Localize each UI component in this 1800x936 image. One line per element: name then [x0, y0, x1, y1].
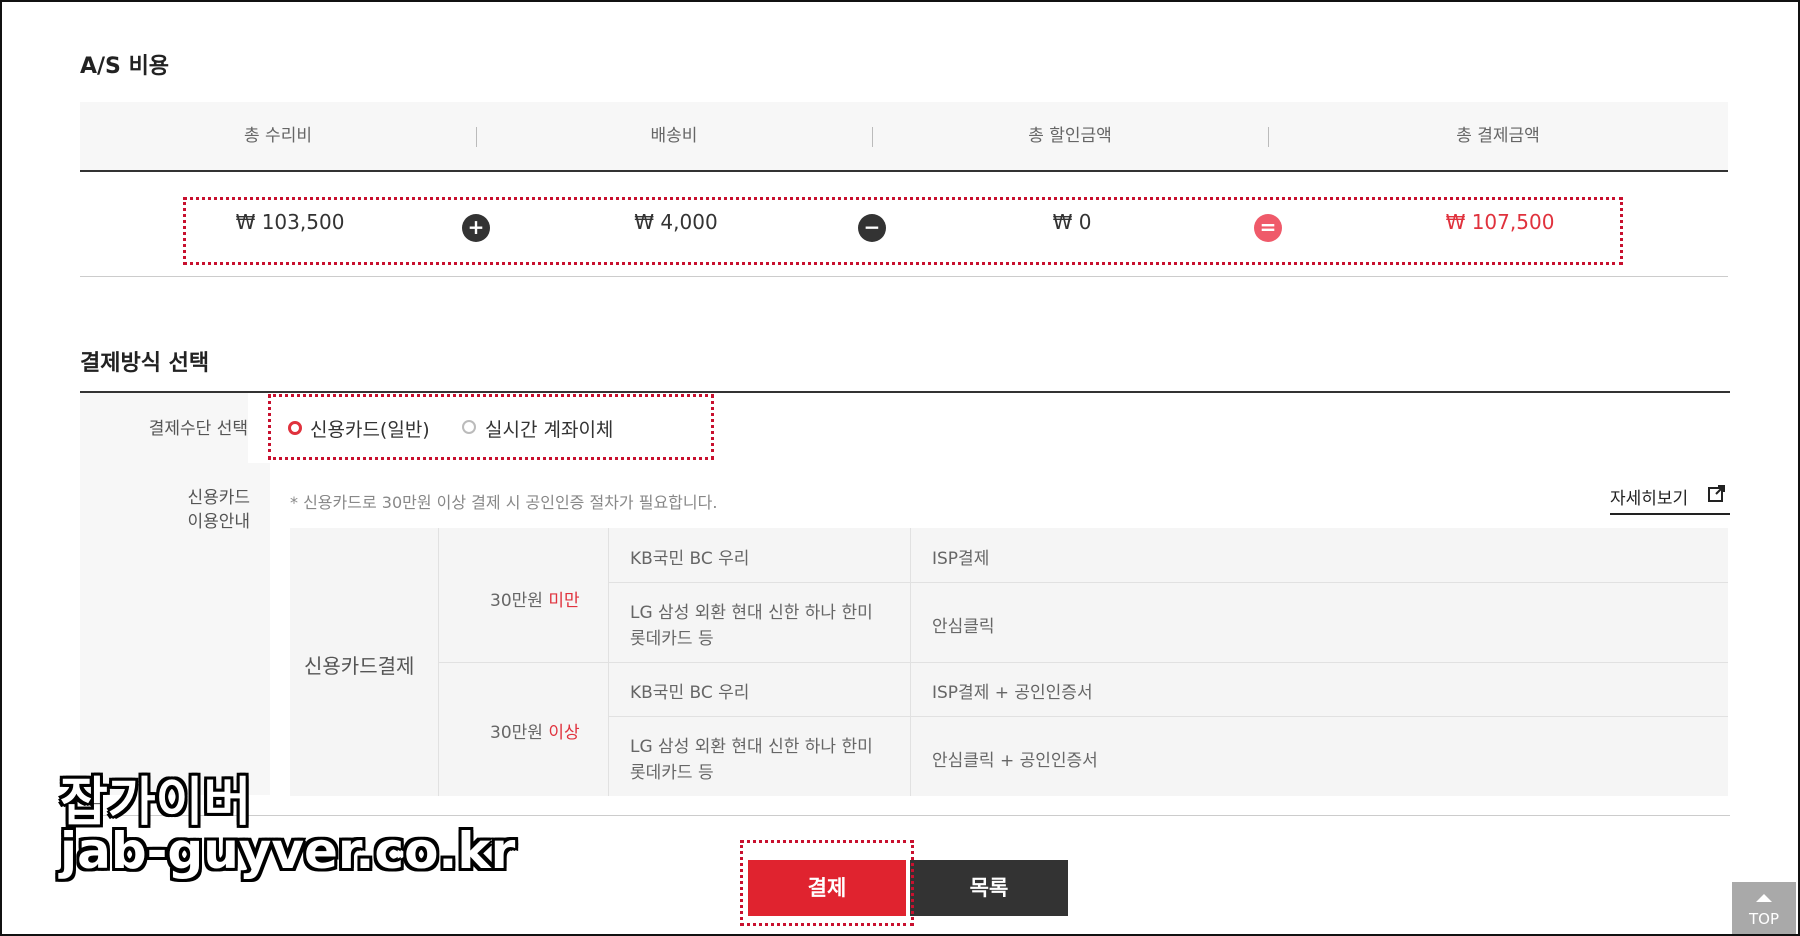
card-guide-label-cell: 신용카드 이용안내: [80, 463, 270, 795]
amount-over-300k-emph: 이상: [548, 723, 580, 743]
table-category: 신용카드결제: [304, 654, 415, 678]
watermark-url: jab-guyver.co.kr: [60, 822, 516, 880]
header-total-payment: 총 결제금액: [1456, 126, 1540, 146]
auth-method-cell: 안심클릭 + 공인인증서: [932, 751, 1098, 771]
card-list-cell-line2: 롯데카드 등: [630, 763, 714, 783]
scroll-top-label: TOP: [1748, 910, 1779, 928]
section-bottom-divider: [80, 815, 1730, 816]
header-shipping-cost: 배송비: [650, 126, 698, 146]
table-divider: [608, 582, 1728, 583]
amount-under-300k-prefix: 30만원: [490, 591, 549, 611]
table-divider: [608, 716, 1728, 717]
card-notice-text: * 신용카드로 30만원 이상 결제 시 공인인증 절차가 필요합니다.: [290, 493, 718, 512]
table-divider: [438, 662, 1728, 663]
auth-method-cell: 안심클릭: [932, 617, 995, 637]
amount-under-300k-emph: 미만: [548, 591, 580, 611]
auth-method-cell: ISP결제 + 공인인증서: [932, 683, 1093, 703]
card-list-cell: KB국민 BC 우리: [630, 683, 750, 703]
header-discount: 총 할인금액: [1028, 126, 1112, 146]
card-list-cell: KB국민 BC 우리: [630, 549, 750, 569]
cost-header-row: 총 수리비 배송비 총 할인금액 총 결제금액: [80, 102, 1728, 172]
card-list-cell-line2: 롯데카드 등: [630, 629, 714, 649]
amount-over-300k-prefix: 30만원: [490, 723, 549, 743]
amount-over-300k: 30만원 이상: [490, 718, 580, 743]
list-button[interactable]: 목록: [910, 860, 1068, 916]
auth-method-cell: ISP결제: [932, 549, 990, 569]
header-repair-cost: 총 수리비: [244, 126, 312, 146]
card-list-cell: LG 삼성 외환 현대 신한 하나 한미: [630, 737, 873, 757]
pay-button-highlight-box: [740, 840, 914, 926]
external-link-icon[interactable]: [1708, 484, 1726, 502]
scroll-top-button[interactable]: TOP: [1732, 882, 1796, 934]
card-payment-table: 신용카드결제 30만원 미만 30만원 이상 KB국민 BC 우리 ISP결제 …: [290, 528, 1728, 796]
card-list-cell: LG 삼성 외환 현대 신한 하나 한미: [630, 603, 873, 623]
payment-method-highlight-box: [268, 394, 714, 460]
payment-method-label: 결제수단 선택: [80, 393, 248, 465]
amount-highlight-box: [183, 197, 1623, 265]
as-cost-title: A/S 비용: [80, 54, 170, 79]
chevron-up-icon: [1756, 894, 1772, 902]
card-guide-label-line2: 이용안내: [187, 512, 250, 532]
payment-method-title: 결제방식 선택: [80, 351, 210, 376]
amount-under-300k: 30만원 미만: [490, 586, 580, 611]
card-guide-label-line1: 신용카드: [187, 488, 250, 508]
